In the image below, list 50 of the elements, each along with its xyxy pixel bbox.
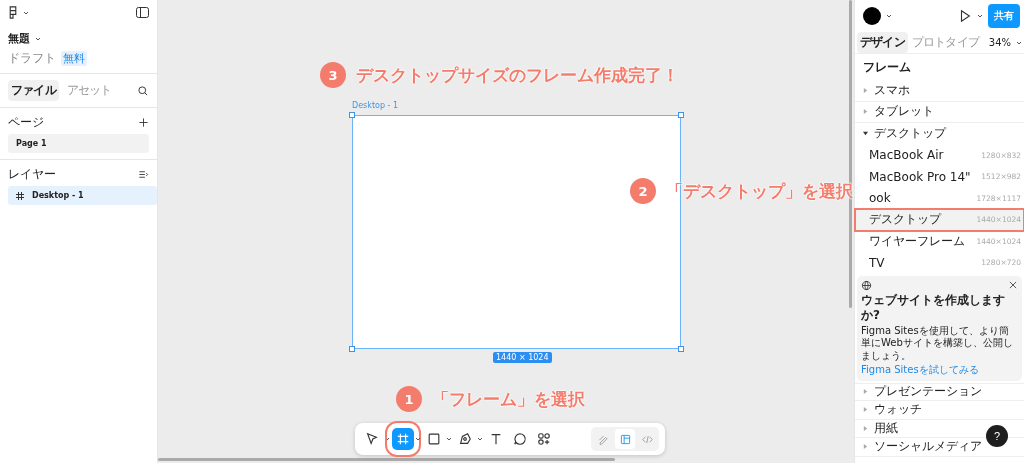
panel-tab[interactable]: ファイル [8,80,59,101]
panel-tab[interactable]: デザイン [857,32,908,53]
plan-badge: 無料 [61,51,87,66]
list-icon[interactable] [138,168,149,180]
step-caption: 「フレーム」を選択 [432,390,585,408]
layer-name: Desktop - 1 [32,191,84,200]
play-icon[interactable] [958,9,972,23]
search-icon[interactable] [137,84,149,97]
group-label[interactable]: 用紙 [874,419,898,437]
chevron-icon [886,14,892,18]
file-title[interactable]: 無題 [8,31,30,46]
layers-heading: レイヤー [8,165,56,183]
group-label[interactable]: プレゼンテーション [874,383,982,401]
file-location: ドラフト [8,50,56,67]
size-badge: 1440 × 1024 [493,352,552,363]
help-button[interactable]: ? [986,425,1008,447]
dropdown-chevron-icon[interactable] [415,437,421,441]
promo-link[interactable]: Figma Sitesを試してみる [861,364,1018,377]
resize-handle[interactable] [678,346,684,352]
close-icon[interactable] [1008,280,1018,290]
resize-handle[interactable] [349,112,355,118]
avatar[interactable] [863,7,881,25]
layer-item[interactable]: Desktop - 1 [8,186,157,205]
promo-text: Figma Sitesを使用して、より簡単にWebサイトを構築し、公開しましょう。 [861,324,1014,362]
chevron-icon [977,14,983,18]
resize-handle[interactable] [349,346,355,352]
group-label[interactable]: ウォッチ [874,401,922,419]
chevron-icon [1016,40,1022,45]
group-label[interactable]: ソーシャルメディア [874,438,982,456]
dropdown-chevron-icon[interactable] [446,437,452,441]
group-label[interactable]: デスクトップ [874,125,946,143]
expanded-caret-icon[interactable] [863,131,868,137]
zoom-level[interactable]: 34% [988,37,1011,48]
sidebar-toggle-icon[interactable] [136,7,149,18]
dropdown-chevron-icon[interactable] [477,437,483,441]
chevron-icon [23,10,29,15]
group-label[interactable]: スマホ [874,81,910,99]
group-label[interactable]: タブレット [874,103,934,121]
section-heading: フレーム [863,58,911,76]
frame-icon [16,191,24,200]
logo-icon[interactable] [8,6,18,19]
step-caption: デスクトップサイズのフレーム作成完了！ [356,66,679,84]
promo-title: ウェブサイトを作成しますか? [861,292,1006,323]
page-item[interactable]: Page 1 [8,134,149,153]
resize-handle[interactable] [678,112,684,118]
globe-icon[interactable] [861,279,872,291]
chevron-icon [35,36,41,41]
pages-heading: ページ [8,113,44,131]
add-icon[interactable] [138,116,149,128]
horizontal-scrollbar[interactable] [158,458,615,461]
